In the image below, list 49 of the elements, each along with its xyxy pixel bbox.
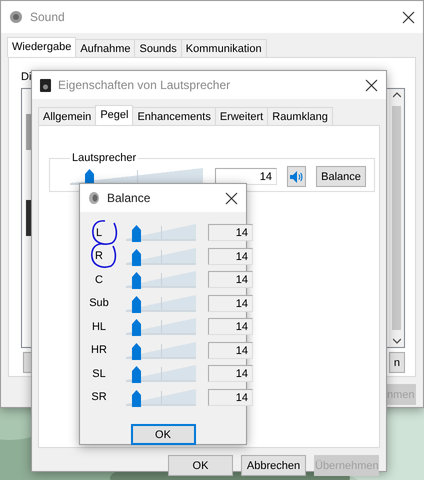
ok-button[interactable]: OK (130, 424, 196, 445)
list-button[interactable]: n (389, 352, 405, 373)
channel-label: R (95, 250, 103, 262)
scroll-down-icon[interactable] (392, 338, 400, 344)
close-icon[interactable] (402, 10, 415, 24)
mute-button[interactable] (287, 166, 306, 187)
channel-value: 14 (208, 365, 253, 382)
channel-value: 14 (208, 388, 253, 406)
volume-field[interactable]: 14 (215, 168, 277, 185)
channel-label: SR (91, 391, 107, 404)
close-icon[interactable] (225, 192, 238, 204)
window-title: Balance (107, 191, 152, 205)
speaker-icon (88, 191, 100, 205)
channel-value: 14 (208, 248, 253, 265)
speaker-icon (9, 10, 23, 24)
scrollbar[interactable] (389, 89, 404, 347)
tab[interactable]: Raumklang (267, 107, 333, 125)
slider-thumb[interactable] (132, 366, 141, 384)
slider-thumb[interactable] (132, 225, 141, 242)
slider-thumb[interactable] (132, 319, 141, 336)
tab[interactable]: Wiedergabe (7, 37, 76, 57)
channel-label: SL (92, 368, 106, 380)
slider-thumb[interactable] (132, 248, 141, 266)
group-title: Lautsprecher (71, 152, 138, 164)
tab[interactable]: Kommunikation (180, 39, 267, 57)
window-title: Sound (30, 10, 66, 24)
channel-label: Sub (89, 297, 109, 310)
intro-text: Di (21, 70, 32, 84)
tab[interactable]: Allgemein (38, 107, 96, 125)
channel-label: C (95, 274, 103, 286)
channel-value: 14 (208, 318, 253, 336)
close-icon[interactable] (365, 78, 378, 92)
slider-thumb[interactable] (132, 296, 141, 313)
channel-label: HR (91, 344, 107, 356)
channel-value: 14 (208, 271, 253, 288)
tab[interactable]: Pegel (95, 105, 134, 125)
balance-button[interactable]: Balance (316, 166, 366, 187)
dialog-button[interactable]: OK (168, 455, 233, 476)
channel-label: L (96, 226, 102, 239)
scroll-up-icon[interactable] (392, 92, 400, 98)
slider-thumb[interactable] (132, 390, 141, 407)
channel-label: HL (92, 320, 106, 333)
channel-value: 14 (208, 342, 253, 359)
window-title: Eigenschaften von Lautsprecher (58, 78, 232, 92)
channel-value: 14 (208, 294, 253, 312)
slider-thumb[interactable] (132, 272, 141, 290)
slider-thumb[interactable] (132, 342, 141, 360)
dialog-button[interactable]: Abbrechen (241, 455, 306, 476)
channel-value: 14 (208, 224, 253, 242)
